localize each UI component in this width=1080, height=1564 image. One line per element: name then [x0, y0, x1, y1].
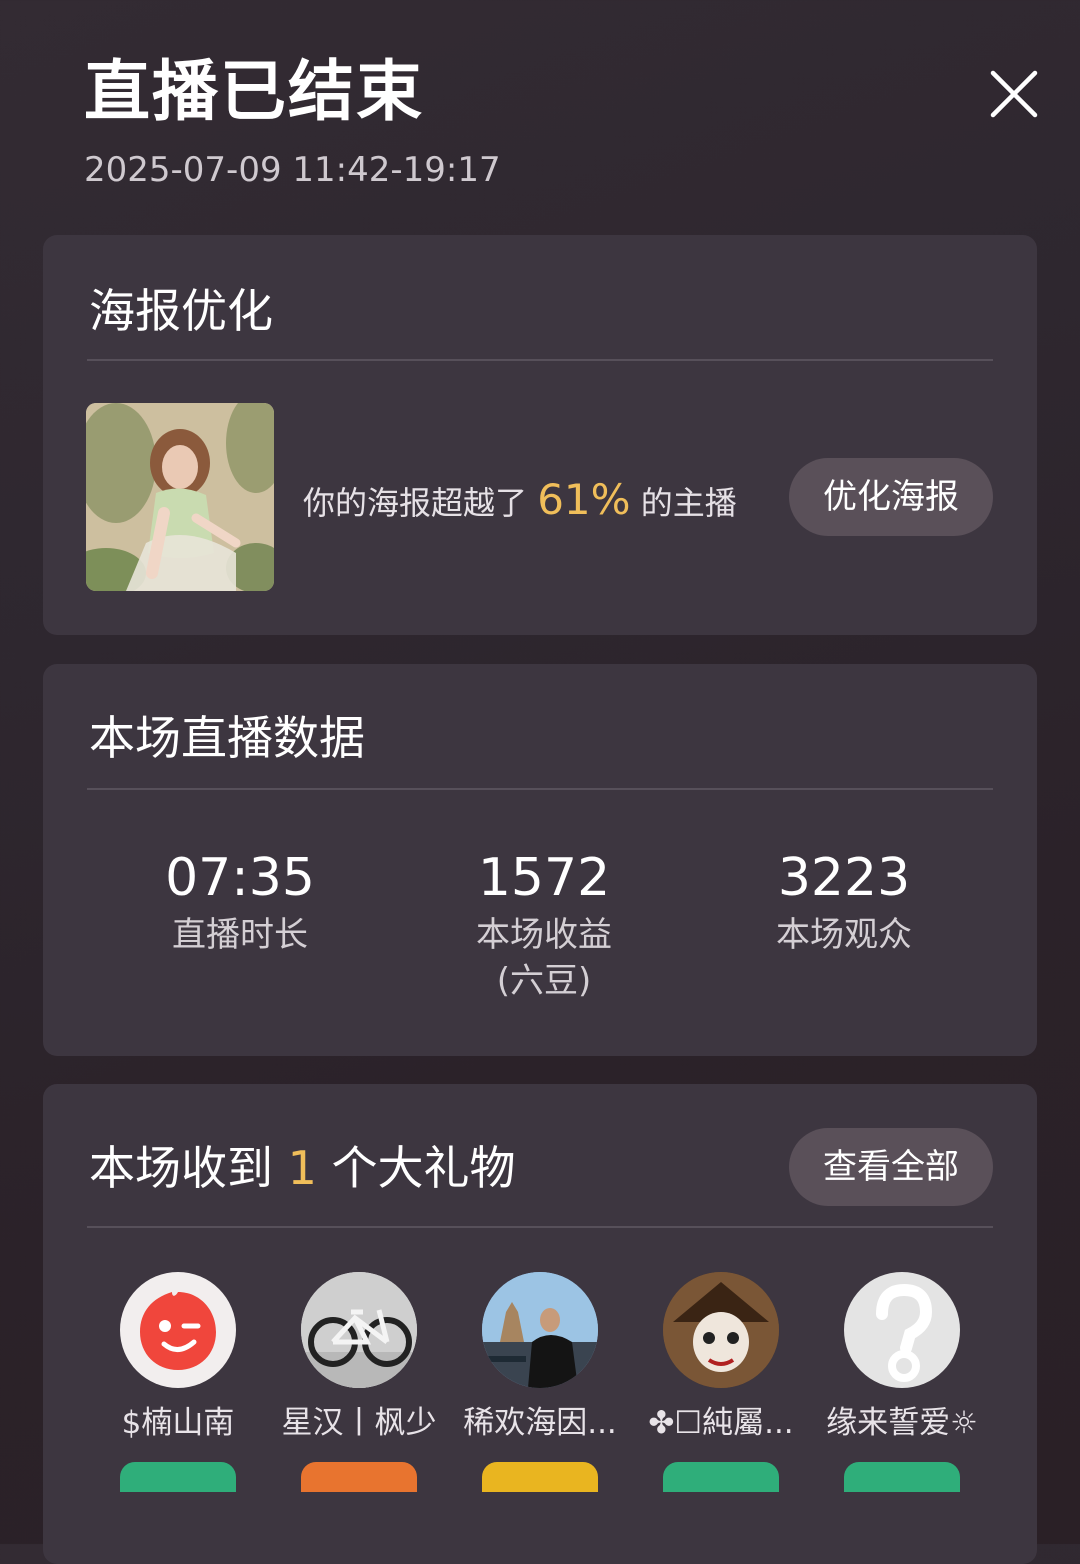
avatar	[301, 1272, 417, 1388]
big-gifts-card: 本场收到 1 个大礼物 查看全部 $楠山南 星汉丨枫少 稀欢海因... ✤☐純屬…	[43, 1084, 1037, 1564]
live-time-range: 2025-07-09 11:42-19:17	[84, 150, 501, 190]
gifts-section-title: 本场收到 1 个大礼物	[89, 1140, 516, 1196]
level-badge	[301, 1462, 417, 1492]
level-badge	[844, 1462, 960, 1492]
gifts-title-before: 本场收到	[89, 1141, 273, 1195]
avatar	[120, 1272, 236, 1388]
poster-optimization-card: 海报优化 你的海报超越了 61% 的主播 优化海报	[43, 235, 1037, 635]
view-all-button[interactable]: 查看全部	[789, 1128, 993, 1206]
level-badge	[120, 1462, 236, 1492]
stat-value: 3223	[777, 848, 911, 908]
gifter-item[interactable]: $楠山南	[88, 1272, 268, 1492]
stat-value: 07:35	[165, 848, 315, 908]
gifter-item[interactable]: 星汉丨枫少	[269, 1272, 449, 1492]
stat-value: 1572	[477, 848, 611, 908]
optimize-poster-button[interactable]: 优化海报	[789, 458, 993, 536]
gifter-name: ✤☐純屬...	[648, 1405, 794, 1441]
question-mark-icon	[876, 1283, 933, 1382]
bicycle-icon	[301, 1272, 417, 1388]
stat-duration: 07:35 直播时长	[90, 846, 390, 958]
card-header: 本场直播数据	[87, 664, 993, 790]
gifter-item[interactable]: ✤☐純屬...	[631, 1272, 811, 1492]
gifter-name: 缘来誓爱☼	[826, 1405, 978, 1441]
gifts-count: 1	[287, 1141, 317, 1195]
poster-text-before: 你的海报超越了	[303, 484, 528, 522]
avatar	[844, 1272, 960, 1388]
stats-section-title: 本场直播数据	[89, 711, 365, 765]
gifter-name: $楠山南	[121, 1405, 235, 1441]
gifter-item[interactable]: 缘来誓爱☼	[812, 1272, 992, 1492]
poster-thumbnail[interactable]	[86, 403, 274, 591]
avatar	[663, 1272, 779, 1388]
poster-ranking-text: 你的海报超越了 61% 的主播	[303, 473, 737, 530]
level-badge	[482, 1462, 598, 1492]
poster-percent: 61%	[537, 475, 631, 524]
wink-face-icon	[140, 1292, 216, 1370]
poster-text-after: 的主播	[640, 484, 737, 522]
person-photo-icon	[482, 1272, 598, 1388]
page-title: 直播已结束	[84, 53, 424, 130]
stat-label: 直播时长	[172, 915, 308, 955]
level-badge	[663, 1462, 779, 1492]
gifter-item[interactable]: 稀欢海因...	[450, 1272, 630, 1492]
stat-label: 本场收益 (六豆)	[476, 915, 612, 1001]
stat-label: 本场观众	[776, 915, 912, 955]
stat-viewers: 3223 本场观众	[694, 846, 994, 958]
poster-image-icon	[86, 403, 274, 591]
close-icon[interactable]	[984, 64, 1044, 124]
poster-section-title: 海报优化	[89, 284, 273, 338]
gifts-title-after: 个大礼物	[331, 1141, 516, 1195]
gifter-name: 稀欢海因...	[463, 1405, 617, 1441]
card-header: 海报优化	[87, 235, 993, 361]
gifter-name: 星汉丨枫少	[281, 1405, 437, 1441]
avatar	[482, 1272, 598, 1388]
clown-face-icon	[663, 1272, 779, 1388]
live-stats-card: 本场直播数据 07:35 直播时长 1572 本场收益 (六豆) 3223 本场…	[43, 664, 1037, 1056]
stat-earnings: 1572 本场收益 (六豆)	[394, 846, 694, 1004]
